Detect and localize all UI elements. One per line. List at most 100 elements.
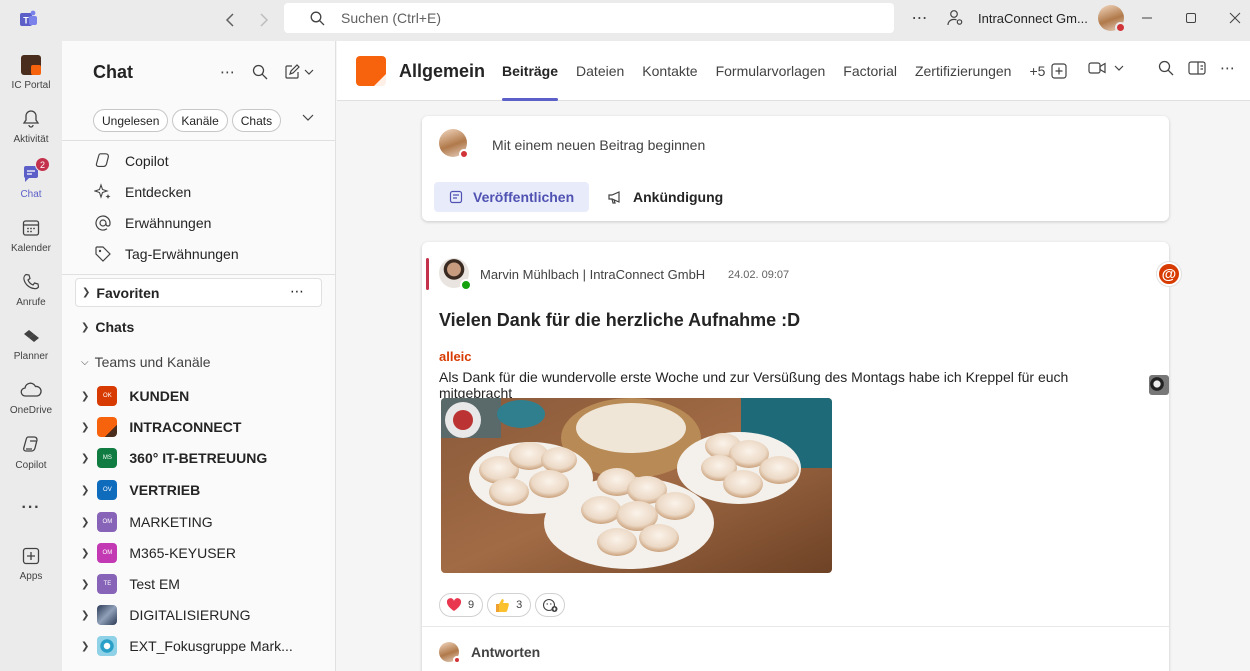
filter-channels[interactable]: Kanäle (172, 109, 228, 132)
tag-icon (93, 244, 113, 264)
reaction-thumbs-up[interactable]: 3 (487, 593, 532, 617)
bell-icon (19, 107, 43, 131)
forward-button[interactable] (254, 10, 274, 30)
person-settings-icon[interactable] (946, 9, 964, 27)
reply-button[interactable]: Antworten (439, 642, 540, 664)
favorites-more-button[interactable]: ⋯ (290, 283, 305, 300)
rail-more-button[interactable]: ··· (0, 499, 62, 517)
add-tab-icon[interactable] (1051, 63, 1068, 79)
thumbs-up-icon (496, 599, 510, 612)
post-image-donuts[interactable] (441, 398, 832, 573)
chevron-right-icon: ❯ (81, 609, 90, 621)
nav-discover[interactable]: Entdecken (93, 182, 191, 202)
chevron-right-icon: ❯ (81, 484, 90, 496)
chevron-down-icon (304, 69, 314, 75)
rail-item-activity[interactable]: Aktivität (0, 107, 62, 145)
tab-files[interactable]: Dateien (576, 41, 624, 101)
team-item[interactable]: ❯ OM M365-KEYUSER (81, 542, 236, 564)
team-item[interactable]: ❯ MS 360° IT-BETREUUNG (81, 447, 267, 469)
search-icon[interactable] (252, 64, 268, 80)
profile-avatar[interactable] (1097, 5, 1126, 33)
chevron-right-icon: ❯ (81, 578, 90, 590)
channel-team-logo (356, 56, 386, 86)
team-item[interactable]: ❯ INTRACONNECT (81, 416, 241, 438)
channel-more-button[interactable]: ⋯ (1220, 59, 1236, 77)
tab-factorial[interactable]: Factorial (843, 41, 897, 101)
at-icon (93, 213, 113, 233)
channel-search-icon[interactable] (1158, 60, 1174, 76)
chevron-right-icon: ❯ (82, 287, 91, 298)
chat-list-pane: Chat ⋯ Ungelesen Kanäle Chats Copilot En… (62, 41, 336, 671)
maximize-button[interactable] (1169, 12, 1213, 24)
add-reaction-button[interactable] (535, 593, 566, 617)
new-chat-button[interactable] (284, 64, 314, 80)
post-author[interactable]: Marvin Mühlbach | IntraConnect GmbH (480, 267, 705, 282)
team-avatar: OM (97, 512, 118, 532)
new-post-input[interactable]: Mit einem neuen Beitrag beginnen (492, 137, 705, 153)
channel-info-icon[interactable] (1188, 60, 1206, 76)
back-button[interactable] (220, 10, 240, 30)
filter-expand-button[interactable] (302, 114, 314, 122)
filter-unread[interactable]: Ungelesen (93, 109, 169, 132)
org-name[interactable]: IntraConnect Gm... (978, 11, 1088, 26)
team-avatar: MS (97, 448, 118, 468)
team-avatar: OM (97, 543, 118, 563)
team-item[interactable]: ❯ OV VERTRIEB (81, 479, 200, 501)
close-button[interactable] (1213, 12, 1250, 24)
team-item[interactable]: ❯ OM MARKETING (81, 511, 213, 533)
tab-certifications[interactable]: Zertifizierungen (915, 41, 1012, 101)
team-avatar (97, 636, 118, 656)
add-reaction-icon (543, 598, 558, 612)
team-avatar (97, 417, 118, 437)
channel-name: Allgemein (399, 61, 486, 81)
chevron-right-icon: ❯ (81, 640, 90, 652)
rail-item-chat[interactable]: 2 Chat (0, 157, 62, 200)
divider (62, 274, 336, 275)
rail-item-calls[interactable]: Anrufe (0, 270, 62, 308)
meet-button[interactable] (1088, 61, 1124, 75)
chat-icon: 2 (19, 157, 50, 186)
presence-busy-icon (453, 656, 461, 664)
at-mention-icon: @ (1157, 262, 1181, 286)
team-avatar: OV (97, 480, 118, 500)
team-item[interactable]: ❯ TE Test EM (81, 573, 180, 595)
announcement-button[interactable]: Ankündigung (607, 182, 723, 212)
rail-item-apps[interactable]: Apps (0, 544, 62, 582)
team-item[interactable]: ❯ DIGITALISIERUNG (81, 604, 250, 626)
team-item[interactable]: ❯ EXT_Fokusgruppe Mark... (81, 635, 293, 657)
svg-text:T: T (23, 16, 29, 26)
rail-item-ic-portal[interactable]: IC Portal (0, 53, 62, 91)
author-avatar[interactable] (439, 258, 472, 291)
nav-mentions[interactable]: Erwähnungen (93, 213, 211, 233)
chevron-right-icon: ❯ (81, 321, 90, 333)
tab-contacts[interactable]: Kontakte (642, 41, 697, 101)
post-mention-tag[interactable]: alleic (439, 349, 472, 364)
video-icon (1088, 62, 1106, 74)
nav-copilot[interactable]: Copilot (93, 151, 169, 171)
filter-chats[interactable]: Chats (231, 109, 282, 132)
chats-section[interactable]: ❯ Chats (81, 319, 134, 335)
minimize-button[interactable] (1125, 12, 1169, 24)
rail-item-planner[interactable]: Planner (0, 324, 62, 362)
nav-tag-mentions[interactable]: Tag-Erwähnungen (93, 244, 239, 264)
more-options-button[interactable]: ⋯ (908, 8, 932, 28)
team-avatar (97, 605, 118, 625)
rail-item-calendar[interactable]: Kalender (0, 216, 62, 254)
favorites-section[interactable]: ❯ Favoriten ⋯ (75, 278, 322, 307)
tab-form-templates[interactable]: Formularvorlagen (716, 41, 826, 101)
calendar-icon (19, 216, 43, 240)
tab-posts[interactable]: Beiträge (502, 41, 559, 101)
reaction-heart[interactable]: 9 (439, 593, 484, 617)
teams-section[interactable]: ⌵ Teams und Kanäle (81, 354, 211, 370)
search-placeholder: Suchen (Ctrl+E) (341, 10, 441, 26)
search-input[interactable]: Suchen (Ctrl+E) (284, 3, 894, 33)
pane-more-button[interactable]: ⋯ (220, 63, 236, 81)
team-item[interactable]: ❯ OK KUNDEN (81, 385, 189, 407)
my-avatar (439, 642, 461, 664)
chevron-right-icon: ❯ (81, 421, 90, 433)
publish-button[interactable]: Veröffentlichen (434, 182, 590, 212)
rail-item-copilot[interactable]: Copilot (0, 433, 62, 471)
rail-item-onedrive[interactable]: OneDrive (0, 378, 62, 416)
planner-icon (19, 324, 43, 348)
more-tabs-button[interactable]: +5 (1029, 63, 1045, 79)
